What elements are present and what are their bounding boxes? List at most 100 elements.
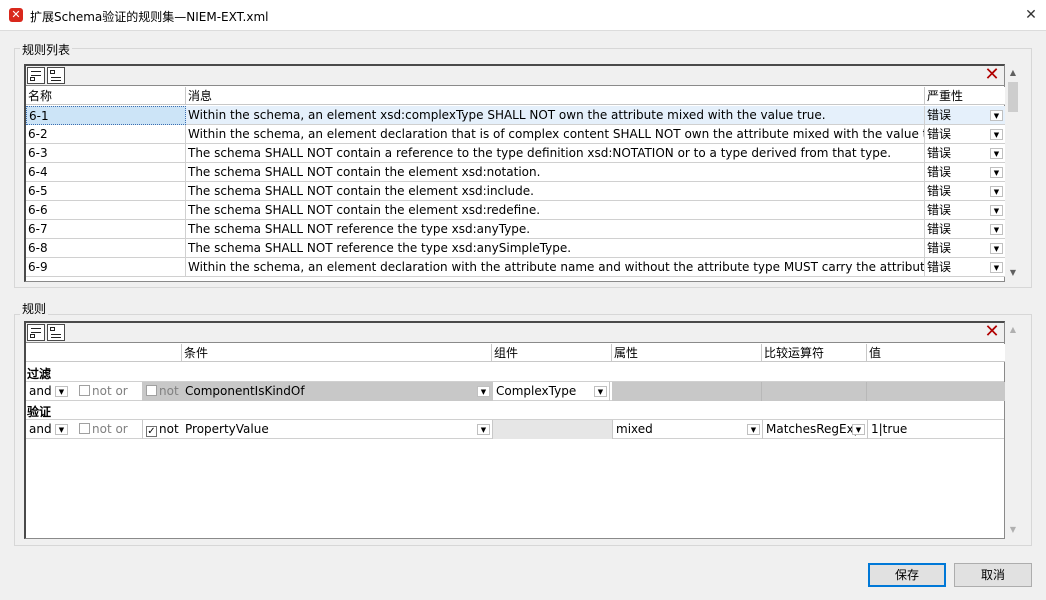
rule-scrollbar[interactable]: ▲ ▼: [1006, 323, 1020, 537]
validation-and-select[interactable]: and ▼: [26, 420, 70, 439]
rule-list-scrollbar[interactable]: ▲ ▼: [1006, 66, 1020, 280]
validation-condition-dropdown-icon[interactable]: ▼: [477, 424, 490, 435]
severity-dropdown-icon[interactable]: ▼: [990, 167, 1003, 178]
rule-name-cell[interactable]: 6-8: [26, 239, 186, 258]
rule-name-cell[interactable]: 6-2: [26, 125, 186, 144]
delete-condition-icon[interactable]: ✕: [983, 323, 1001, 341]
filter-not-box[interactable]: [146, 385, 157, 396]
rule-severity-cell[interactable]: 错误 ▼: [925, 182, 1005, 201]
severity-dropdown-icon[interactable]: ▼: [990, 186, 1003, 197]
validation-operator-value: MatchesRegExp: [766, 422, 862, 436]
table-row[interactable]: 6-6 The schema SHALL NOT contain the ele…: [26, 201, 1005, 220]
rule-message-cell[interactable]: Within the schema, an element xsd:comple…: [186, 106, 925, 125]
validation-value-input[interactable]: 1|true: [867, 420, 1005, 439]
rule-message-cell[interactable]: Within the schema, an element declaratio…: [186, 125, 925, 144]
rule-name-cell[interactable]: 6-9: [26, 258, 186, 277]
table-row[interactable]: 6-5 The schema SHALL NOT contain the ele…: [26, 182, 1005, 201]
rule-message-cell[interactable]: The schema SHALL NOT contain the element…: [186, 163, 925, 182]
column-header-value[interactable]: 值: [867, 344, 1005, 362]
column-header-message[interactable]: 消息: [186, 87, 925, 105]
filter-notor-box[interactable]: [79, 385, 90, 396]
filter-component-dropdown-icon[interactable]: ▼: [594, 386, 607, 397]
scroll-thumb[interactable]: [1008, 82, 1018, 112]
rule-name-cell[interactable]: 6-6: [26, 201, 186, 220]
table-row[interactable]: 6-1 Within the schema, an element xsd:co…: [26, 106, 1005, 125]
window-title: 扩展Schema验证的规则集—NIEM-EXT.xml: [30, 10, 269, 24]
title-bar: ✕ 扩展Schema验证的规则集—NIEM-EXT.xml ✕: [0, 0, 1046, 31]
column-header-attribute[interactable]: 属性: [612, 344, 762, 362]
window-close-button[interactable]: ✕: [1016, 0, 1046, 30]
scroll-down-icon[interactable]: ▼: [1006, 266, 1020, 280]
validation-and-dropdown-icon[interactable]: ▼: [55, 424, 68, 435]
filter-notor-label: not or: [92, 384, 128, 398]
column-header-operator[interactable]: 比较运算符: [762, 344, 867, 362]
rule-name-cell[interactable]: 6-1: [26, 106, 186, 125]
rule-severity-cell[interactable]: 错误 ▼: [925, 239, 1005, 258]
rule-severity-cell[interactable]: 错误 ▼: [925, 125, 1005, 144]
rule-severity-cell[interactable]: 错误 ▼: [925, 106, 1005, 125]
rule-name-cell[interactable]: 6-5: [26, 182, 186, 201]
filter-notor-checkbox[interactable]: not or: [76, 382, 142, 401]
validation-notor-checkbox[interactable]: not or: [76, 420, 142, 439]
append-rule-icon[interactable]: [27, 67, 45, 84]
rule-severity-cell[interactable]: 错误 ▼: [925, 258, 1005, 277]
validation-attribute-dropdown-icon[interactable]: ▼: [747, 424, 760, 435]
rule-severity-cell[interactable]: 错误 ▼: [925, 163, 1005, 182]
rule-message-cell[interactable]: The schema SHALL NOT reference the type …: [186, 239, 925, 258]
table-row[interactable]: 6-2 Within the schema, an element declar…: [26, 125, 1005, 144]
validation-operator-dropdown-icon[interactable]: ▼: [852, 424, 865, 435]
table-row[interactable]: 6-3 The schema SHALL NOT contain a refer…: [26, 144, 1005, 163]
rule-name-cell[interactable]: 6-7: [26, 220, 186, 239]
filter-and-dropdown-icon[interactable]: ▼: [55, 386, 68, 397]
rule-name-cell[interactable]: 6-3: [26, 144, 186, 163]
validation-attribute-select[interactable]: mixed ▼: [612, 420, 762, 439]
filter-condition-dropdown-icon[interactable]: ▼: [477, 386, 490, 397]
rule-toolbar: ✕: [26, 323, 1004, 343]
append-condition-icon[interactable]: [27, 324, 45, 341]
validation-condition-row: and ▼ not or ✓ not PropertyValue ▼ mixed …: [26, 419, 1004, 439]
column-header-name[interactable]: 名称: [26, 87, 186, 105]
validation-operator-select[interactable]: MatchesRegExp ▼: [762, 420, 867, 439]
rule-message-cell[interactable]: Within the schema, an element declaratio…: [186, 258, 925, 277]
rule-scroll-up-icon[interactable]: ▲: [1006, 323, 1020, 337]
insert-rule-icon[interactable]: [47, 67, 65, 84]
column-header-component[interactable]: 组件: [492, 344, 612, 362]
table-row[interactable]: 6-9 Within the schema, an element declar…: [26, 258, 1005, 277]
severity-dropdown-icon[interactable]: ▼: [990, 205, 1003, 216]
validation-notor-box[interactable]: [79, 423, 90, 434]
validation-condition-select[interactable]: PropertyValue ▼: [182, 420, 492, 439]
severity-dropdown-icon[interactable]: ▼: [990, 148, 1003, 159]
rule-message-cell[interactable]: The schema SHALL NOT contain the element…: [186, 182, 925, 201]
filter-not-checkbox[interactable]: not: [142, 382, 182, 401]
rule-message-cell[interactable]: The schema SHALL NOT contain the element…: [186, 201, 925, 220]
rule-severity-cell[interactable]: 错误 ▼: [925, 144, 1005, 163]
cancel-button[interactable]: 取消: [954, 563, 1032, 587]
table-row[interactable]: 6-7 The schema SHALL NOT reference the t…: [26, 220, 1005, 239]
filter-and-select[interactable]: and ▼: [26, 382, 70, 401]
severity-dropdown-icon[interactable]: ▼: [990, 262, 1003, 273]
filter-component-select[interactable]: ComplexType ▼: [492, 382, 610, 401]
filter-condition-select[interactable]: ComponentIsKindOf ▼: [182, 382, 492, 401]
rule-scroll-down-icon[interactable]: ▼: [1006, 523, 1020, 537]
rule-list-header: 名称 消息 严重性: [26, 87, 1005, 105]
rule-severity-cell[interactable]: 错误 ▼: [925, 220, 1005, 239]
insert-condition-icon[interactable]: [47, 324, 65, 341]
rule-list-toolbar: ✕: [26, 66, 1004, 86]
rule-message-cell[interactable]: The schema SHALL NOT reference the type …: [186, 220, 925, 239]
column-header-severity[interactable]: 严重性: [925, 87, 1005, 105]
severity-dropdown-icon[interactable]: ▼: [990, 129, 1003, 140]
severity-dropdown-icon[interactable]: ▼: [990, 110, 1003, 121]
column-header-condition[interactable]: 条件: [182, 344, 492, 362]
rule-severity-cell[interactable]: 错误 ▼: [925, 201, 1005, 220]
severity-dropdown-icon[interactable]: ▼: [990, 224, 1003, 235]
rule-message-cell[interactable]: The schema SHALL NOT contain a reference…: [186, 144, 925, 163]
table-row[interactable]: 6-4 The schema SHALL NOT contain the ele…: [26, 163, 1005, 182]
severity-dropdown-icon[interactable]: ▼: [990, 243, 1003, 254]
save-button[interactable]: 保存: [868, 563, 946, 587]
scroll-up-icon[interactable]: ▲: [1006, 66, 1020, 80]
validation-not-checkbox[interactable]: ✓ not: [142, 420, 182, 439]
validation-not-checked-icon[interactable]: ✓: [146, 426, 157, 437]
delete-rule-icon[interactable]: ✕: [983, 66, 1001, 84]
rule-name-cell[interactable]: 6-4: [26, 163, 186, 182]
table-row[interactable]: 6-8 The schema SHALL NOT reference the t…: [26, 239, 1005, 258]
